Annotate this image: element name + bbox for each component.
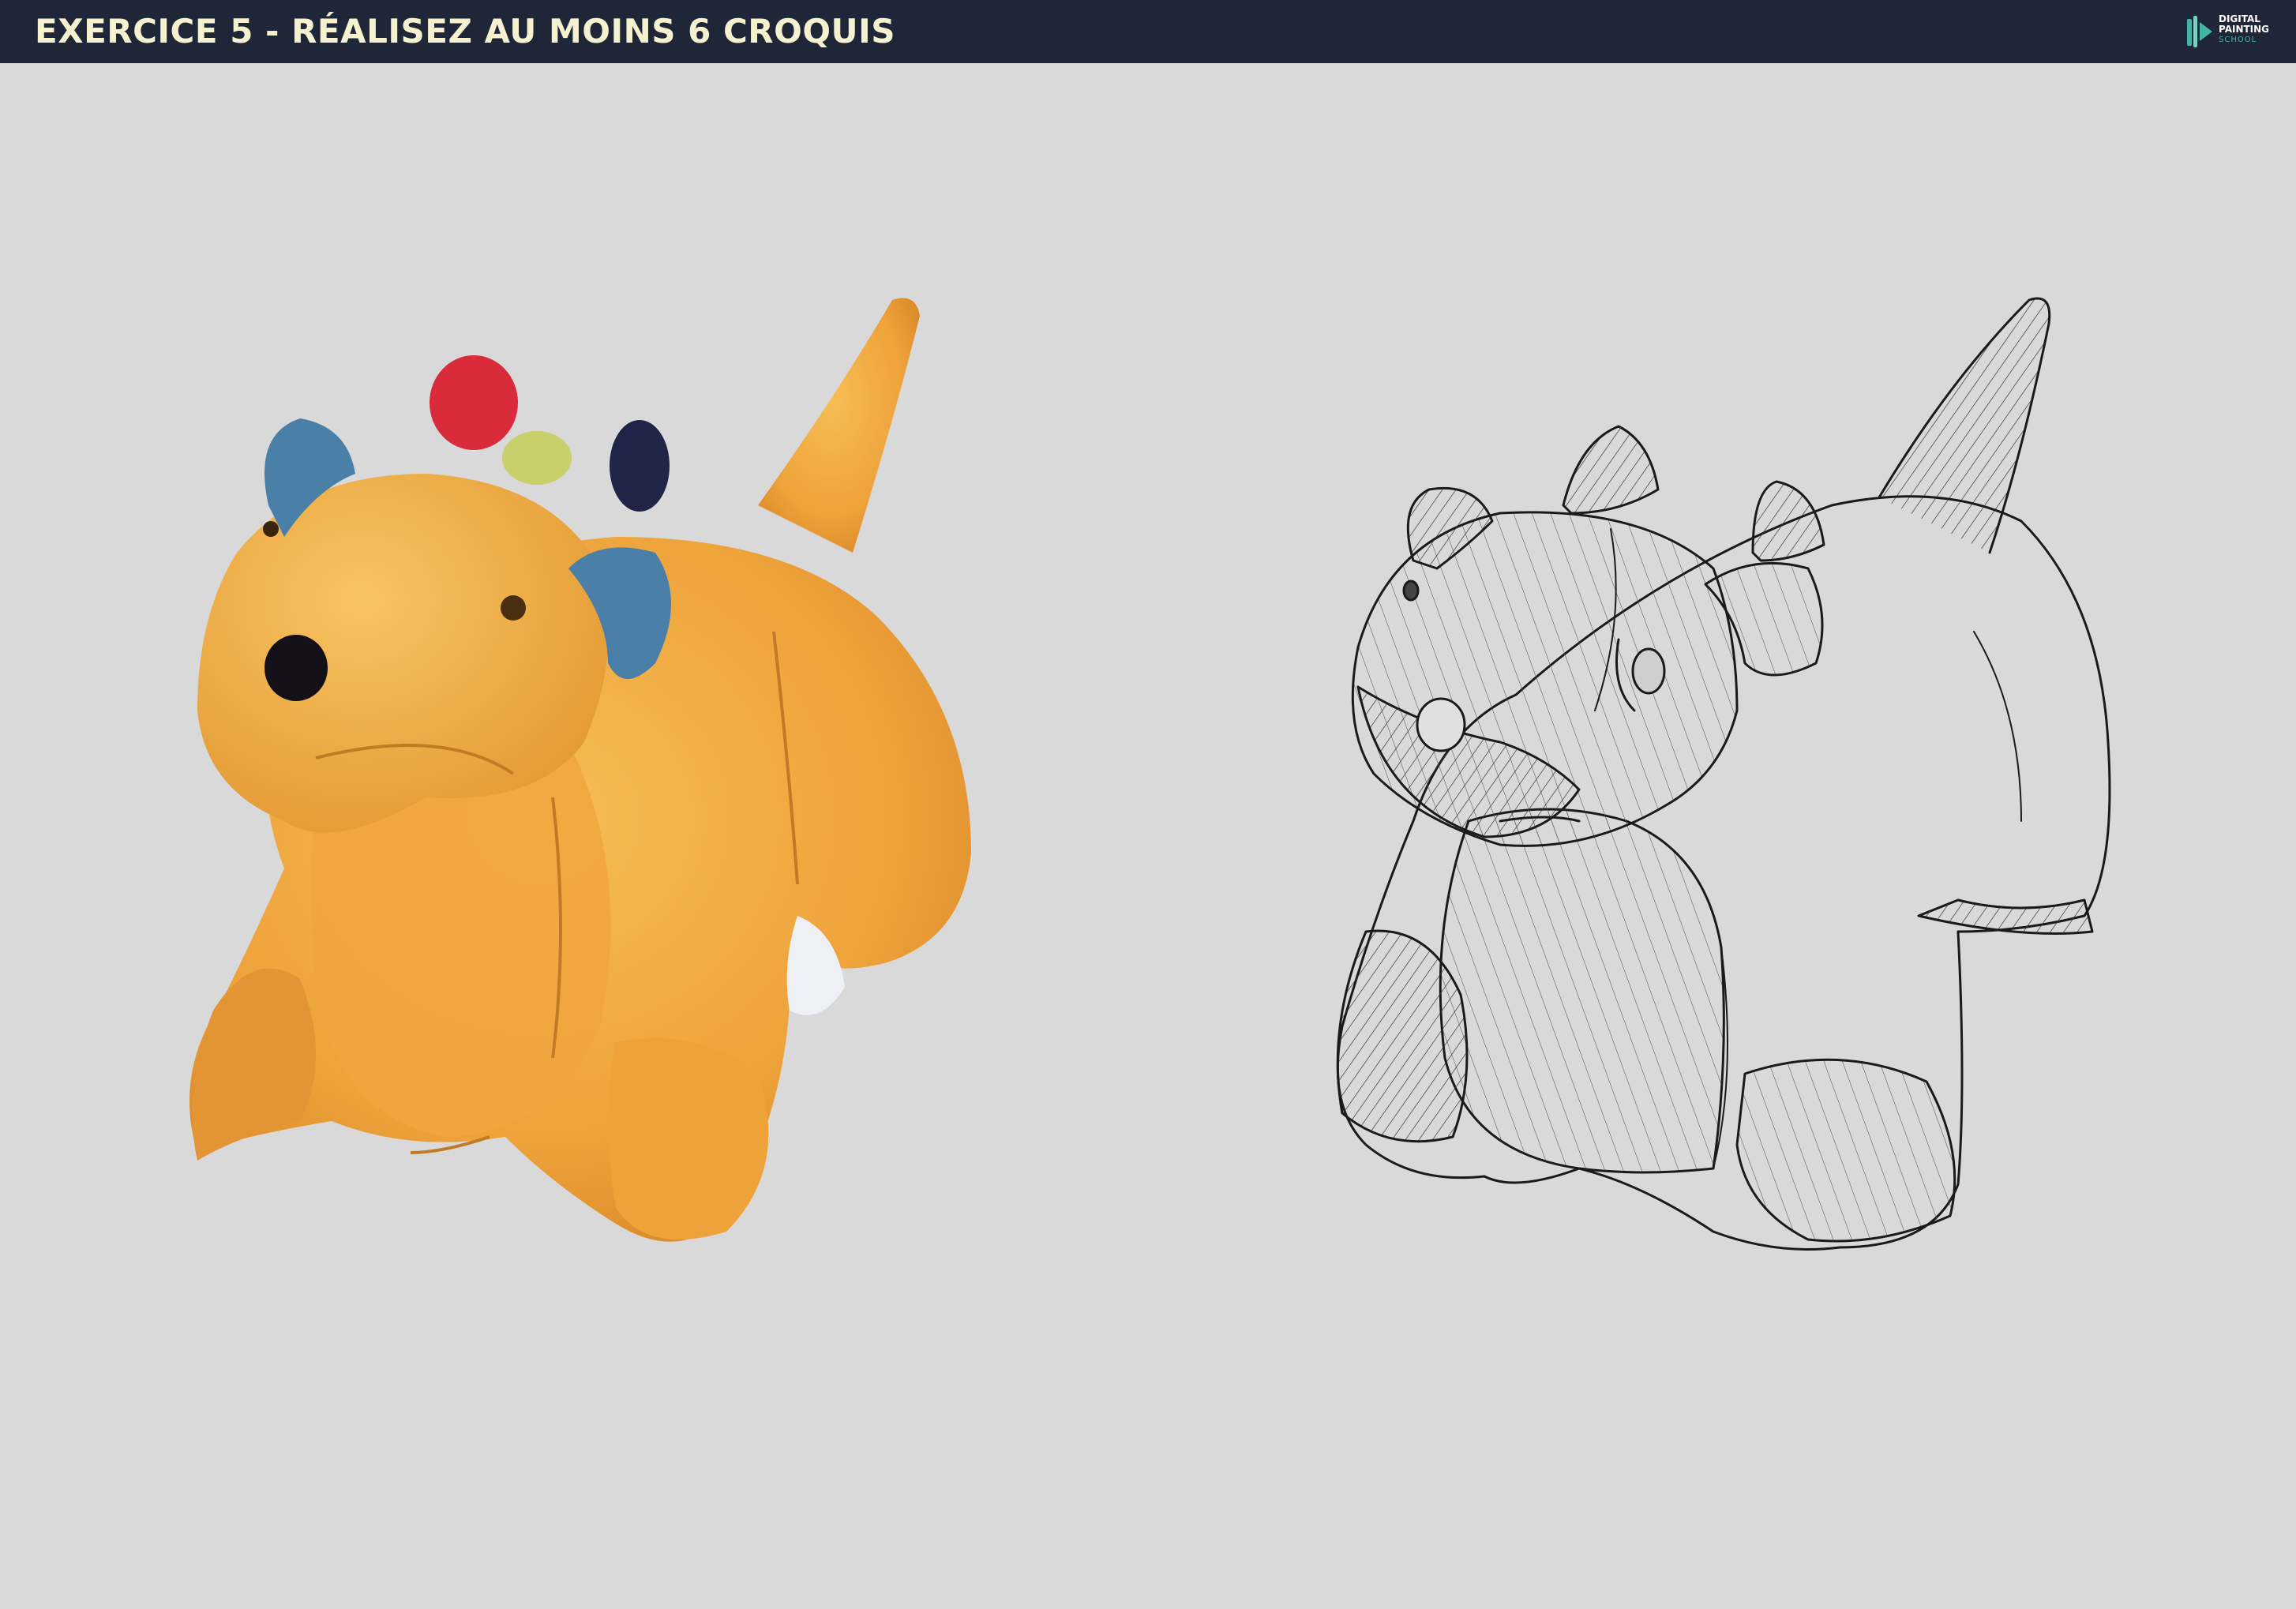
plush-tail — [758, 298, 920, 553]
plush-spike-navy — [610, 420, 670, 512]
page-title: EXERCICE 5 - RÉALISEZ AU MOINS 6 CROQUIS — [35, 12, 896, 51]
plush-eye-left — [263, 521, 279, 537]
sketch-chest — [1439, 808, 1725, 1174]
sketch-nose — [1416, 697, 1466, 752]
sketch-leg-right — [1735, 1058, 1956, 1243]
sketch-tail — [1878, 297, 2051, 554]
sketch-eye-right — [1631, 647, 1666, 695]
plush-spike-green — [502, 431, 572, 485]
plush-leg-right — [608, 1038, 769, 1240]
plush-photo — [189, 298, 971, 1242]
sketch-spike-top — [1562, 425, 1660, 515]
logo-text: DIGITAL PAINTING SCHOOL — [2219, 13, 2270, 45]
sketch-back-shade — [1917, 898, 2094, 935]
artwork-canvas — [189, 297, 2111, 1251]
line-sketch — [1336, 297, 2111, 1251]
plush-nose — [264, 635, 328, 701]
plush-spike-red — [430, 355, 518, 450]
sketch-spike-back — [1751, 480, 1825, 562]
plush-eye-right — [501, 595, 526, 621]
logo-icon — [2187, 16, 2212, 47]
plush-leg-left — [192, 968, 316, 1161]
sketch-eye-left — [1402, 579, 1420, 602]
digital-painting-school-logo: DIGITAL PAINTING SCHOOL — [2184, 11, 2279, 52]
header-bar: EXERCICE 5 - RÉALISEZ AU MOINS 6 CROQUIS… — [0, 0, 2296, 63]
